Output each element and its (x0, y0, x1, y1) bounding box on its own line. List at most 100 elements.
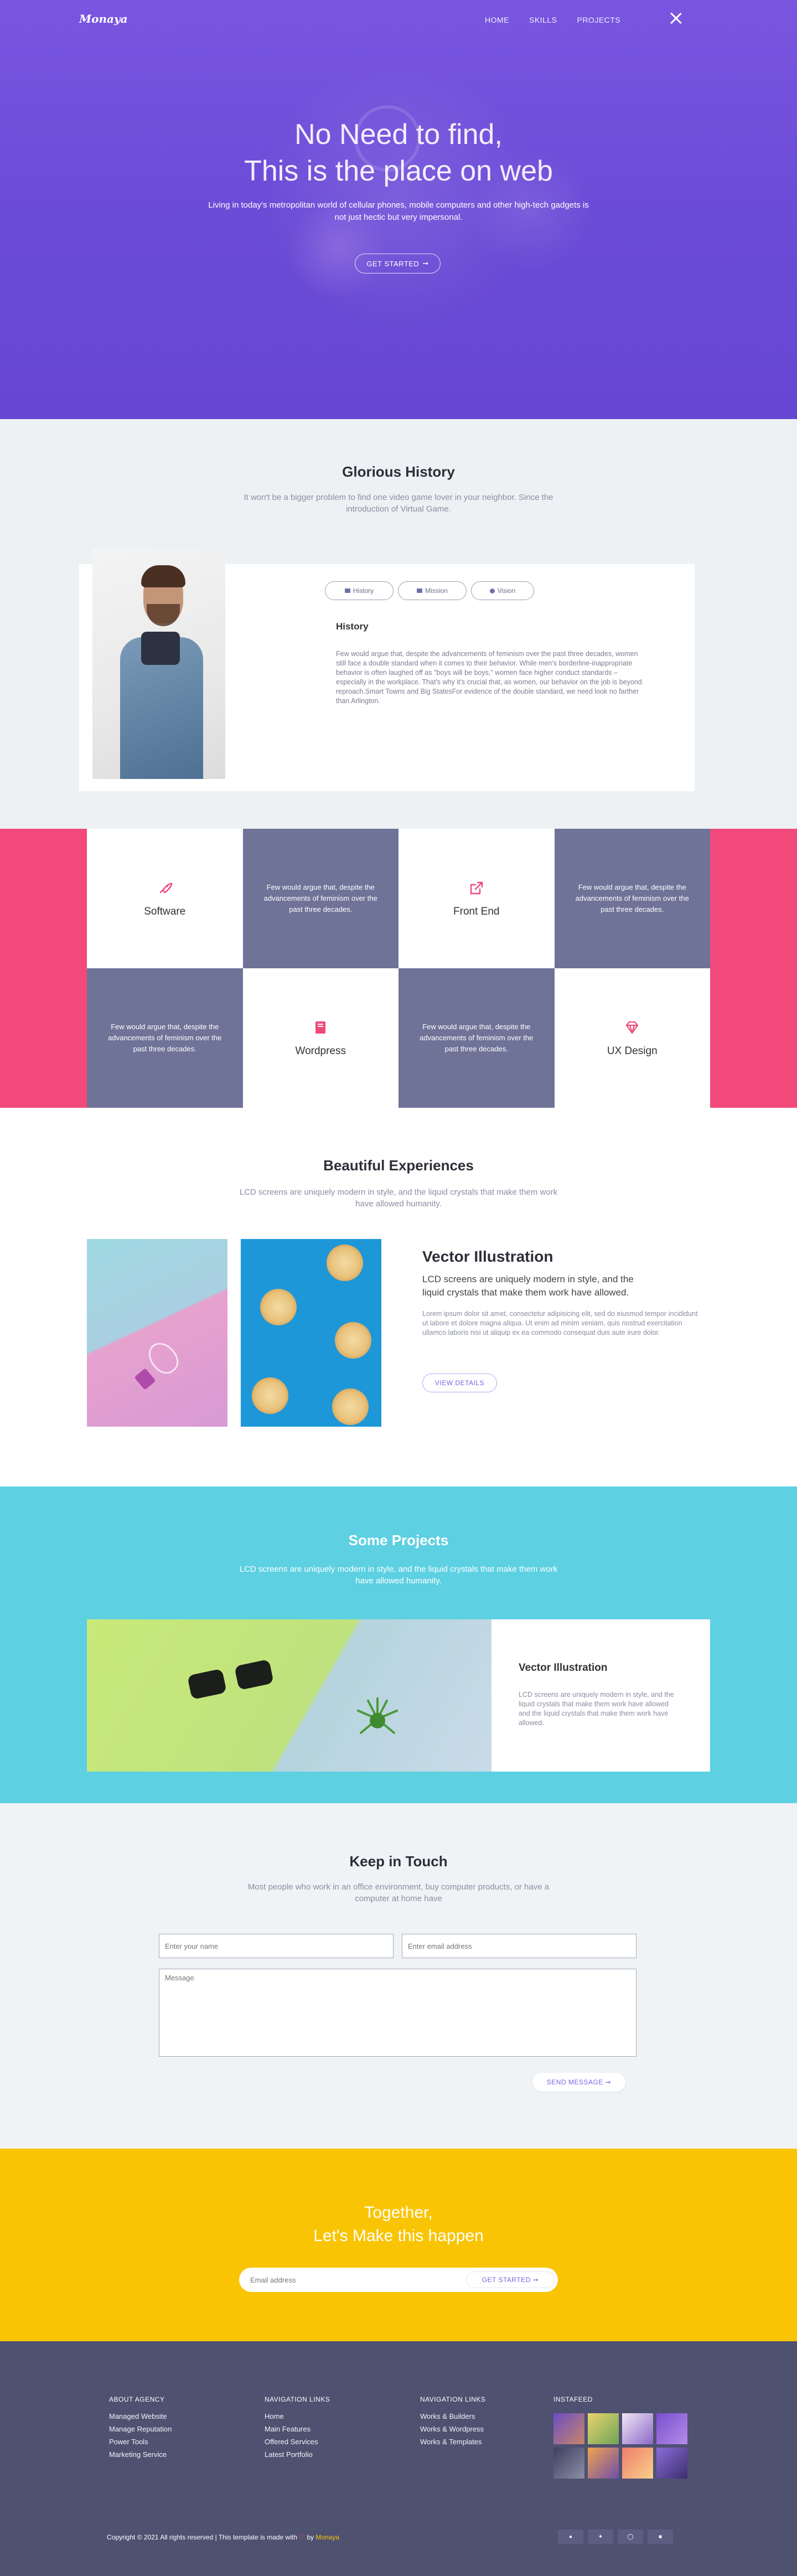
history-card: History Mission Vision History Few would… (79, 549, 695, 791)
instafeed-image[interactable] (553, 2448, 584, 2479)
footer-nav-column: NAVIGATION LINKS Home Main Features Offe… (265, 2396, 330, 2463)
copyright-author-link[interactable]: Monaya (315, 2533, 339, 2541)
twitter-icon[interactable]: ✦ (588, 2529, 613, 2544)
cta-title: Together, Let's Make this happen (0, 2201, 797, 2248)
footer-heading: NAVIGATION LINKS (265, 2396, 330, 2403)
project-card[interactable]: Vector Illustration LCD screens are uniq… (87, 1619, 710, 1772)
newsletter-email-input[interactable] (250, 2268, 460, 2292)
service-description: Few would argue that, despite the advanc… (87, 968, 243, 1108)
footer-link[interactable]: Home (265, 2412, 330, 2420)
view-details-button[interactable]: VIEW DETAILS (422, 1374, 497, 1392)
history-title: Glorious History (342, 463, 455, 480)
projects-subtitle: LCD screens are uniquely modern in style… (239, 1565, 558, 1586)
hero-subtitle: Living in today's metropolitan world of … (208, 200, 589, 222)
tab-history[interactable]: History (325, 581, 394, 600)
message-textarea[interactable] (159, 1969, 636, 2057)
history-subtitle: It won't be a bigger problem to find one… (244, 493, 553, 514)
image-icon (344, 588, 350, 593)
service-label: Software (144, 906, 186, 917)
newsletter-form: GET STARTED ➞ (239, 2268, 558, 2292)
instafeed-image[interactable] (588, 2413, 619, 2444)
instafeed-image[interactable] (553, 2413, 584, 2444)
social-links: ● ✦ ◯ ■ (558, 2529, 673, 2544)
get-started-button[interactable]: GET STARTED ➞ (355, 254, 441, 273)
footer-link[interactable]: Power Tools (109, 2438, 172, 2446)
project-title: Vector Illustration (519, 1662, 608, 1674)
footer-heading: NAVIGATION LINKS (420, 2396, 486, 2403)
lightbulb-image (87, 1239, 227, 1427)
cta-get-started-button[interactable]: GET STARTED ➞ (466, 2272, 555, 2288)
contact-title: Keep in Touch (349, 1853, 448, 1870)
instafeed-image[interactable] (622, 2448, 653, 2479)
footer-link[interactable]: Works & Builders (420, 2412, 485, 2420)
service-label: UX Design (607, 1045, 658, 1057)
cta-button-label: GET STARTED (482, 2276, 531, 2284)
instafeed-image[interactable] (656, 2448, 687, 2479)
experiences-heading: Vector Illustration (422, 1248, 553, 1265)
tab-vision[interactable]: Vision (471, 581, 534, 600)
experiences-text: Lorem ipsum dolor sit amet, consectetur … (422, 1310, 698, 1336)
footer-link[interactable]: Marketing Service (109, 2450, 172, 2459)
instafeed-image[interactable] (588, 2448, 619, 2479)
copyright-text: Copyright © 2021 All rights reserved | T… (107, 2533, 339, 2541)
footer-link[interactable]: Managed Website (109, 2412, 172, 2420)
contact-subtitle: Most people who work in an office enviro… (247, 1882, 550, 1903)
history-tabs: History Mission Vision (325, 581, 534, 600)
footer-heading: INSTAFEED (553, 2396, 593, 2403)
instagram-icon[interactable]: ◯ (618, 2529, 643, 2544)
share-icon (470, 881, 483, 895)
service-description: Few would argue that, despite the advanc… (242, 829, 398, 968)
footer-link[interactable]: Offered Services (265, 2438, 330, 2446)
footer-heading: ABOUT AGENCY (109, 2396, 165, 2403)
nav-item-home[interactable]: HOME (485, 16, 509, 24)
service-wordpress[interactable]: Wordpress (242, 968, 398, 1108)
experiences-subtitle: LCD screens are uniquely modern in style… (239, 1188, 558, 1209)
arrow-right-icon: ➞ (530, 2276, 539, 2284)
hero-section: Monaya HOME SKILLS PROJECTS No Need to f… (0, 0, 797, 419)
experiences-lead: LCD screens are uniquely modern in style… (422, 1274, 634, 1298)
name-input[interactable] (159, 1934, 394, 1958)
building-icon (417, 588, 423, 593)
nav-item-skills[interactable]: SKILLS (529, 16, 557, 24)
hero-title: No Need to find, This is the place on we… (0, 116, 797, 189)
tab-label: History (353, 587, 374, 595)
service-software[interactable]: Software (87, 829, 243, 968)
email-input[interactable] (402, 1934, 636, 1958)
top-nav: HOME SKILLS PROJECTS (485, 16, 620, 24)
close-icon[interactable] (669, 11, 683, 25)
nav-item-projects[interactable]: PROJECTS (577, 16, 620, 24)
services-grid: Software Few would argue that, despite t… (87, 829, 710, 1108)
projects-title: Some Projects (348, 1532, 449, 1548)
banana-slices-image (241, 1239, 381, 1427)
footer-link[interactable]: Works & Wordpress (420, 2425, 485, 2433)
hero-title-line1: No Need to find, (294, 118, 503, 151)
copyright-label: Copyright © 2021 All rights reserved | T… (107, 2533, 297, 2541)
projects-section: Some Projects LCD screens are uniquely m… (0, 1486, 797, 1803)
copyright-by: by (307, 2533, 314, 2541)
diamond-icon (626, 1021, 639, 1034)
service-ux-design[interactable]: UX Design (554, 968, 710, 1108)
footer-link[interactable]: Works & Templates (420, 2438, 485, 2446)
brand-logo[interactable]: Monaya (79, 12, 128, 25)
send-message-button[interactable]: SEND MESSAGE ➞ (532, 2073, 625, 2092)
tab-mission[interactable]: Mission (398, 581, 467, 600)
service-label: Front End (453, 906, 500, 917)
rocket-icon (159, 882, 173, 894)
service-front-end[interactable]: Front End (398, 829, 555, 968)
experiences-section: Beautiful Experiences LCD screens are un… (0, 1108, 797, 1486)
footer-link[interactable]: Main Features (265, 2425, 330, 2433)
services-section: Software Few would argue that, despite t… (0, 829, 797, 1108)
facebook-icon[interactable]: ● (558, 2529, 583, 2544)
footer-instafeed-column: INSTAFEED (553, 2396, 593, 2412)
instafeed-image[interactable] (622, 2413, 653, 2444)
footer-link[interactable]: Latest Portfolio (265, 2450, 330, 2459)
heart-icon: ♡ (299, 2533, 306, 2541)
footer-works-column: NAVIGATION LINKS Works & Builders Works … (420, 2396, 485, 2450)
get-started-label: GET STARTED (366, 259, 420, 268)
behance-icon[interactable]: ■ (648, 2529, 673, 2544)
footer-link[interactable]: Manage Reputation (109, 2425, 172, 2433)
cta-title-line1: Together, (364, 2203, 433, 2222)
eye-icon (489, 588, 495, 593)
instafeed-image[interactable] (656, 2413, 687, 2444)
book-icon (315, 1021, 326, 1034)
